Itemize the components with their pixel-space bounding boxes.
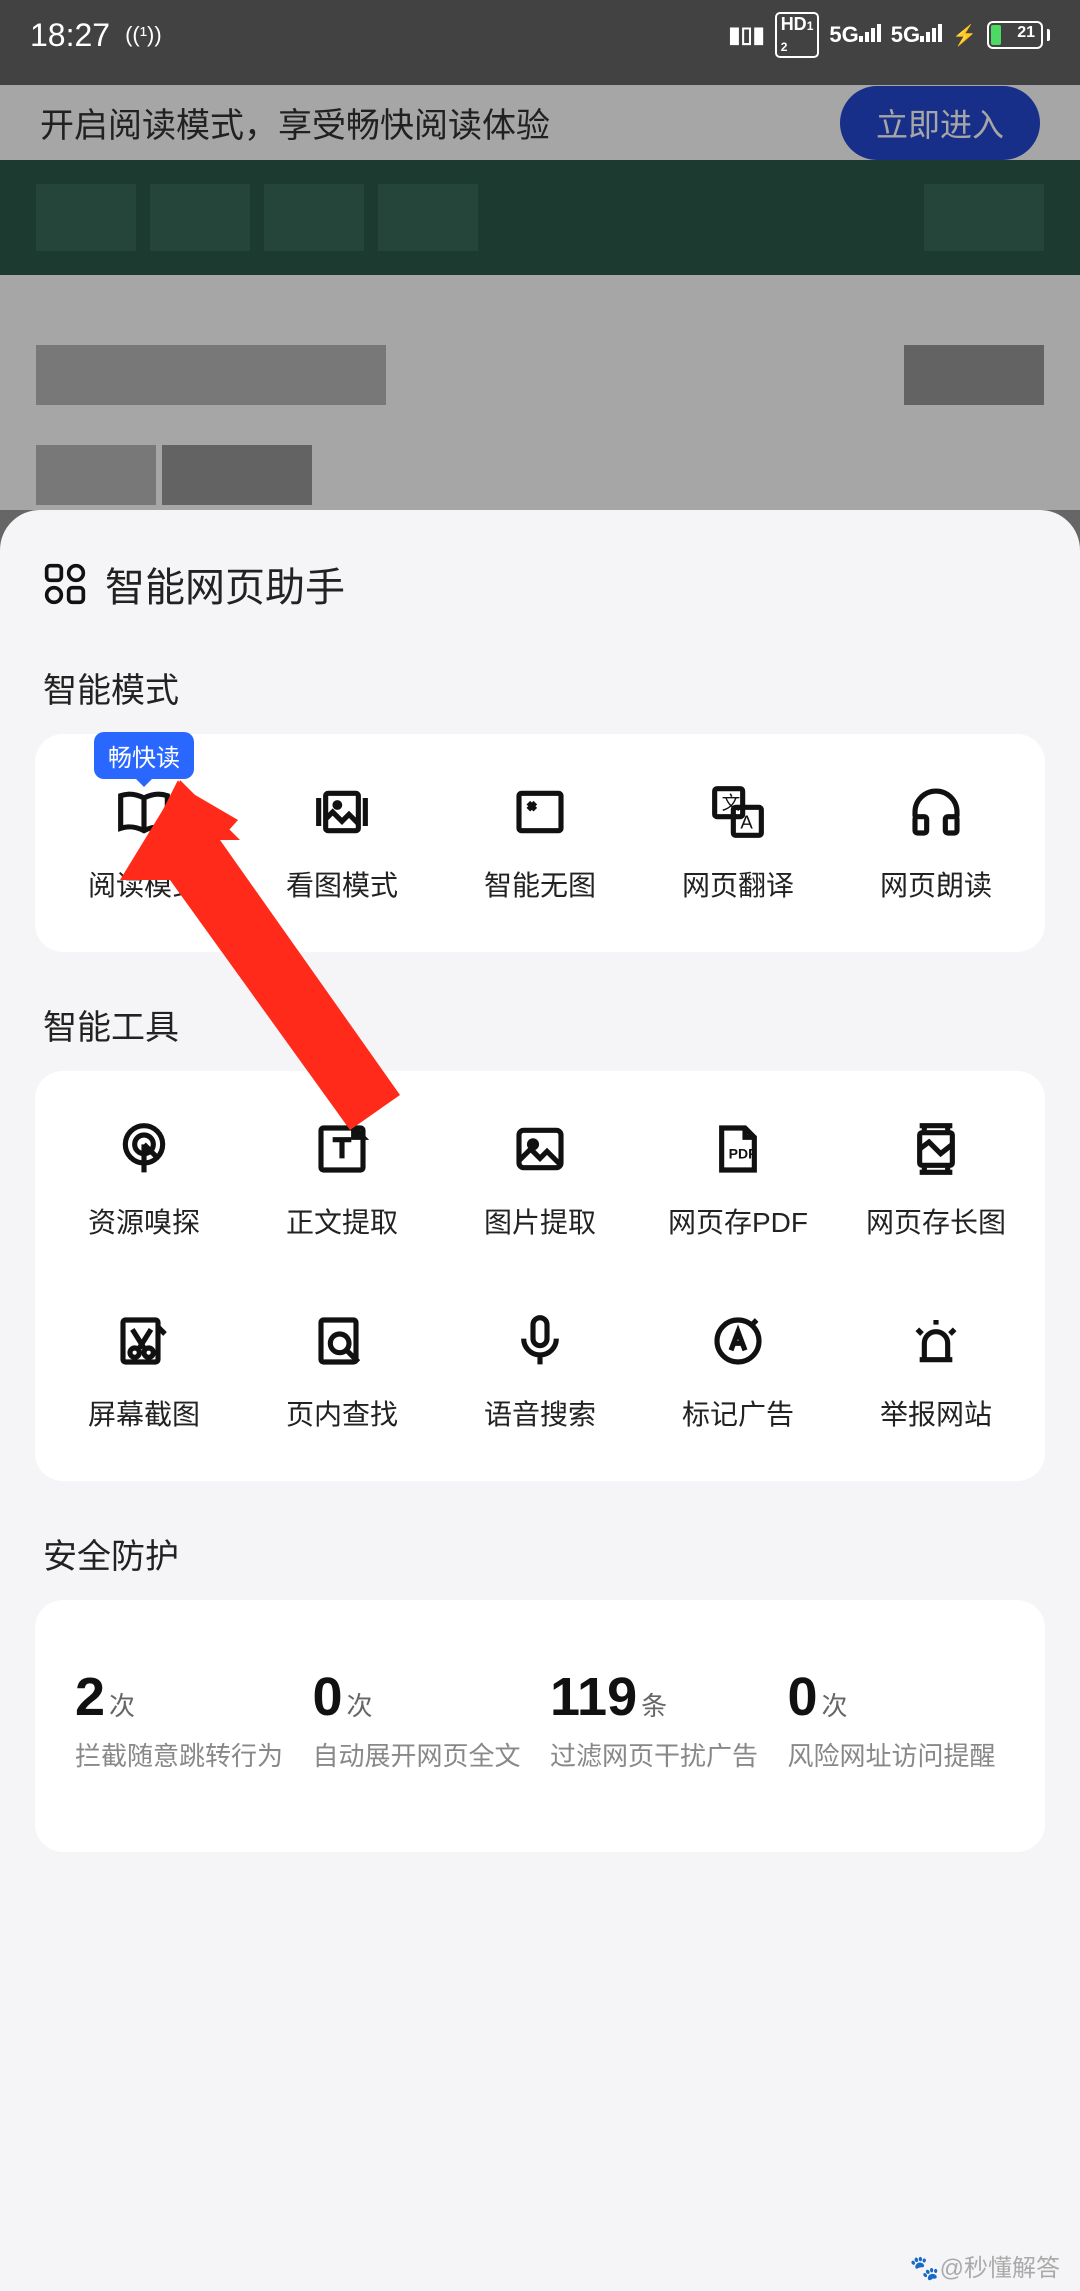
tool-mark-ads[interactable]: 标记广告: [639, 1301, 837, 1443]
signal-2: 5G: [891, 22, 942, 48]
tool-find-in-page[interactable]: 页内查找: [243, 1301, 441, 1443]
tool-save-long-image[interactable]: 网页存长图: [837, 1109, 1035, 1251]
stat-expand[interactable]: 0次 自动展开网页全文: [303, 1666, 541, 1774]
stat-risk[interactable]: 0次 风险网址访问提醒: [778, 1666, 1016, 1774]
mode-image-view[interactable]: 看图模式: [243, 772, 441, 914]
tool-text-extract[interactable]: 正文提取: [243, 1109, 441, 1251]
pdf-icon: PDF: [708, 1119, 768, 1179]
section-tools-title: 智能工具: [35, 1000, 1045, 1049]
text-extract-icon: [312, 1119, 372, 1179]
tools-card: 资源嗅探 正文提取 图片提取 PDF 网页存PDF 网页存长图 屏幕截图: [35, 1071, 1045, 1481]
headphones-icon: [906, 782, 966, 842]
section-security-title: 安全防护: [35, 1529, 1045, 1578]
stat-ads[interactable]: 119条 过滤网页干扰广告: [540, 1666, 778, 1774]
section-modes-title: 智能模式: [35, 663, 1045, 712]
mic-icon: [510, 1311, 570, 1371]
modes-card: 畅快读 阅读模式 看图模式 智能无图 文A 网页翻译 网页朗读: [35, 734, 1045, 952]
ad-block-icon: [708, 1311, 768, 1371]
tool-save-pdf[interactable]: PDF 网页存PDF: [639, 1109, 837, 1251]
book-icon: [114, 782, 174, 842]
svg-text:文: 文: [722, 793, 741, 814]
long-image-icon: [906, 1119, 966, 1179]
gallery-icon: [312, 782, 372, 842]
tool-screenshot[interactable]: 屏幕截图: [45, 1301, 243, 1443]
svg-text:PDF: PDF: [729, 1145, 757, 1161]
mode-reading[interactable]: 畅快读 阅读模式: [45, 772, 243, 914]
tool-voice-search[interactable]: 语音搜索: [441, 1301, 639, 1443]
tool-sniffer[interactable]: 资源嗅探: [45, 1109, 243, 1251]
radar-icon: [114, 1119, 174, 1179]
mode-no-image[interactable]: 智能无图: [441, 772, 639, 914]
stat-redirects[interactable]: 2次 拦截随意跳转行为: [65, 1666, 303, 1774]
clock: 18:27: [30, 17, 110, 54]
image-icon: [510, 1119, 570, 1179]
hd-badge: HD12: [775, 12, 820, 58]
translate-icon: 文A: [708, 782, 768, 842]
siren-icon: [906, 1311, 966, 1371]
apps-icon: [43, 562, 87, 606]
tool-image-extract[interactable]: 图片提取: [441, 1109, 639, 1251]
svg-text:A: A: [740, 811, 753, 832]
broadcast-icon: ((¹)): [125, 22, 162, 48]
sheet-title: 智能网页助手: [105, 555, 345, 613]
signal-1: 5G: [829, 22, 880, 48]
battery-icon: 21: [987, 21, 1050, 49]
quick-read-badge: 畅快读: [94, 732, 194, 779]
no-image-icon: [510, 782, 570, 842]
scissors-icon: [114, 1311, 174, 1371]
mode-translate[interactable]: 文A 网页翻译: [639, 772, 837, 914]
search-page-icon: [312, 1311, 372, 1371]
vibrate-icon: ▮▯▮: [728, 22, 764, 48]
tool-report-site[interactable]: 举报网站: [837, 1301, 1035, 1443]
status-bar: 18:27 ((¹)) ▮▯▮ HD12 5G 5G ⚡ 21: [0, 0, 1080, 70]
watermark: 🐾@秒懂解答: [910, 2248, 1060, 2283]
mode-read-aloud[interactable]: 网页朗读: [837, 772, 1035, 914]
security-card: 2次 拦截随意跳转行为 0次 自动展开网页全文 119条 过滤网页干扰广告 0次…: [35, 1600, 1045, 1852]
assistant-sheet: 智能网页助手 智能模式 畅快读 阅读模式 看图模式 智能无图 文A 网页翻译: [0, 510, 1080, 2291]
